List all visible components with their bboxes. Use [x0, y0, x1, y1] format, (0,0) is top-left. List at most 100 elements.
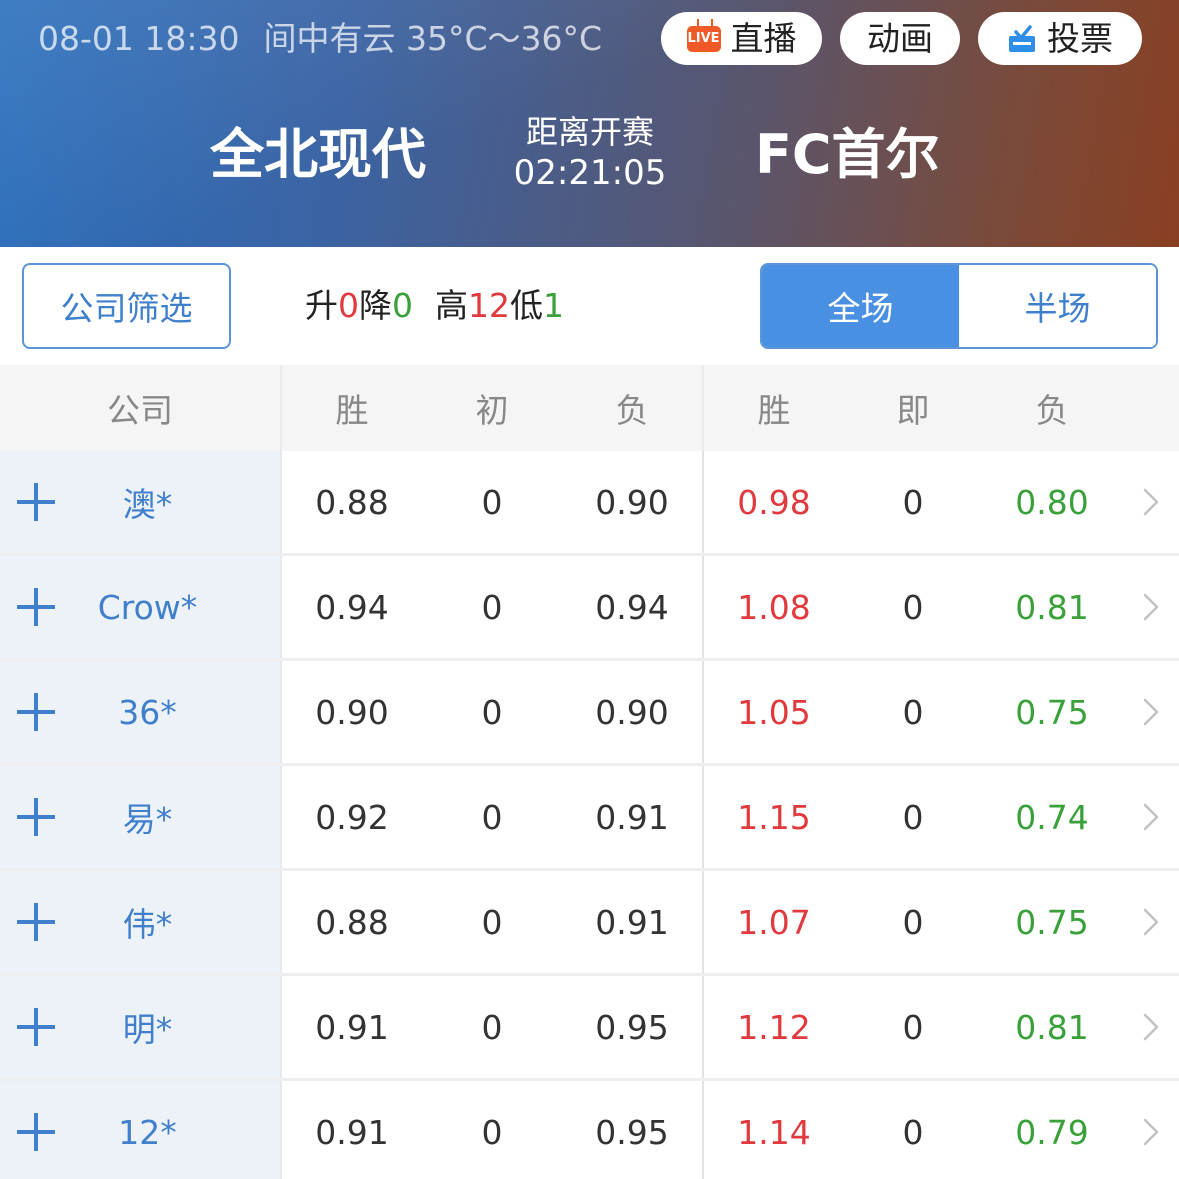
- initial-line: 0: [481, 797, 503, 837]
- tab-half-time[interactable]: 半场: [959, 265, 1156, 347]
- chevron-right-icon: [1143, 803, 1158, 831]
- row-detail-button[interactable]: [1122, 871, 1179, 973]
- match-header: 08-01 18:30 间中有云 35°C～36°C LIVE 直播 动画 投票 …: [0, 0, 1179, 247]
- up-value: 0: [338, 286, 359, 325]
- vote-button[interactable]: 投票: [978, 12, 1142, 65]
- table-row[interactable]: Crow* 0.94 0 0.94 1.08 0 0.81: [0, 556, 1179, 661]
- company-name[interactable]: 伟*: [80, 898, 215, 946]
- initial-win-odds: 0.90: [315, 692, 389, 732]
- company-name[interactable]: Crow*: [80, 588, 215, 627]
- initial-win-odds: 0.91: [315, 1007, 389, 1047]
- table-row[interactable]: 12* 0.91 0 0.95 1.14 0 0.79: [0, 1081, 1179, 1179]
- company-name[interactable]: 36*: [80, 693, 215, 732]
- live-win-odds: 1.08: [737, 587, 811, 627]
- plus-icon[interactable]: [17, 1113, 55, 1151]
- row-detail-button[interactable]: [1122, 976, 1179, 1078]
- initial-line: 0: [481, 587, 503, 627]
- kickoff-countdown: 距离开赛 02:21:05: [500, 112, 680, 194]
- company-name[interactable]: 易*: [80, 793, 215, 841]
- row-detail-button[interactable]: [1122, 661, 1179, 763]
- live-lose-odds: 0.80: [1015, 482, 1089, 522]
- animation-button[interactable]: 动画: [840, 12, 960, 65]
- plus-icon[interactable]: [17, 693, 55, 731]
- live-lose-odds: 0.81: [1015, 1007, 1089, 1047]
- live-win-odds: 1.07: [737, 902, 811, 942]
- live-line: 0: [902, 1007, 924, 1047]
- table-body: 澳* 0.88 0 0.90 0.98 0 0.80 Crow* 0.94 0 …: [0, 451, 1179, 1179]
- initial-lose-odds: 0.90: [562, 661, 704, 763]
- header-initial-win: 胜: [335, 391, 369, 430]
- live-lose-odds: 0.81: [1015, 587, 1089, 627]
- period-toggle: 全场 半场: [760, 263, 1158, 349]
- row-detail-button[interactable]: [1122, 556, 1179, 658]
- table-row[interactable]: 澳* 0.88 0 0.90 0.98 0 0.80: [0, 451, 1179, 556]
- initial-line: 0: [481, 1007, 503, 1047]
- plus-icon[interactable]: [17, 903, 55, 941]
- down-label: 降: [359, 286, 392, 325]
- plus-icon[interactable]: [17, 483, 55, 521]
- live-line: 0: [902, 797, 924, 837]
- tab-full-match[interactable]: 全场: [762, 265, 959, 347]
- away-team-name[interactable]: FC首尔: [755, 120, 940, 190]
- initial-win-odds: 0.91: [315, 1112, 389, 1152]
- initial-line: 0: [481, 902, 503, 942]
- initial-lose-odds: 0.91: [562, 766, 704, 868]
- chevron-right-icon: [1143, 1118, 1158, 1146]
- row-detail-button[interactable]: [1122, 1081, 1179, 1179]
- chevron-right-icon: [1143, 1013, 1158, 1041]
- live-button-label: 直播: [730, 19, 797, 58]
- filter-bar: 公司筛选 升0降0 高12低1 全场 半场: [0, 247, 1179, 365]
- chevron-right-icon: [1143, 488, 1158, 516]
- initial-line: 0: [481, 692, 503, 732]
- row-detail-button[interactable]: [1122, 451, 1179, 553]
- table-row[interactable]: 易* 0.92 0 0.91 1.15 0 0.74: [0, 766, 1179, 871]
- table-row[interactable]: 36* 0.90 0 0.90 1.05 0 0.75: [0, 661, 1179, 766]
- header-live-win: 胜: [757, 391, 791, 430]
- header-spacer: [1122, 365, 1179, 451]
- company-cell: 36*: [0, 661, 282, 763]
- low-value: 1: [543, 286, 564, 325]
- company-name[interactable]: 澳*: [80, 478, 215, 526]
- match-datetime: 08-01 18:30: [38, 19, 240, 58]
- plus-icon[interactable]: [17, 1008, 55, 1046]
- low-label: 低: [510, 286, 543, 325]
- header-live-lose: 负: [1035, 391, 1069, 430]
- table-row[interactable]: 明* 0.91 0 0.95 1.12 0 0.81: [0, 976, 1179, 1081]
- live-win-odds: 0.98: [737, 482, 811, 522]
- home-team-name[interactable]: 全北现代: [210, 120, 426, 190]
- vote-icon: [1009, 24, 1035, 52]
- company-cell: 12*: [0, 1081, 282, 1179]
- initial-line: 0: [481, 482, 503, 522]
- initial-lose-odds: 0.91: [562, 871, 704, 973]
- chevron-right-icon: [1143, 908, 1158, 936]
- high-label: 高: [435, 286, 468, 325]
- company-filter-button[interactable]: 公司筛选: [22, 263, 231, 349]
- plus-icon[interactable]: [17, 588, 55, 626]
- live-button[interactable]: LIVE 直播: [661, 12, 822, 65]
- company-name[interactable]: 明*: [80, 1003, 215, 1051]
- table-row[interactable]: 伟* 0.88 0 0.91 1.07 0 0.75: [0, 871, 1179, 976]
- table-header: 公司 胜 初 负 胜 即 负: [0, 365, 1179, 451]
- animation-button-label: 动画: [867, 19, 933, 58]
- initial-lose-odds: 0.90: [562, 451, 704, 553]
- company-cell: 易*: [0, 766, 282, 868]
- company-name[interactable]: 12*: [80, 1113, 215, 1152]
- live-line: 0: [902, 587, 924, 627]
- company-cell: 澳*: [0, 451, 282, 553]
- countdown-label: 距离开赛: [525, 113, 654, 151]
- odds-table: 公司 胜 初 负 胜 即 负 澳* 0.88 0 0.90 0.98 0 0.8…: [0, 365, 1179, 1179]
- header-initial-lose: 负: [562, 365, 704, 451]
- plus-icon[interactable]: [17, 798, 55, 836]
- chevron-right-icon: [1143, 593, 1158, 621]
- match-info: 08-01 18:30 间中有云 35°C～36°C: [38, 18, 626, 60]
- live-icon: LIVE: [686, 25, 721, 52]
- live-lose-odds: 0.75: [1015, 692, 1089, 732]
- live-win-odds: 1.05: [737, 692, 811, 732]
- company-cell: 明*: [0, 976, 282, 1078]
- down-value: 0: [392, 286, 413, 325]
- row-detail-button[interactable]: [1122, 766, 1179, 868]
- live-win-odds: 1.12: [737, 1007, 811, 1047]
- company-cell: 伟*: [0, 871, 282, 973]
- countdown-time: 02:21:05: [513, 153, 667, 193]
- initial-lose-odds: 0.94: [562, 556, 704, 658]
